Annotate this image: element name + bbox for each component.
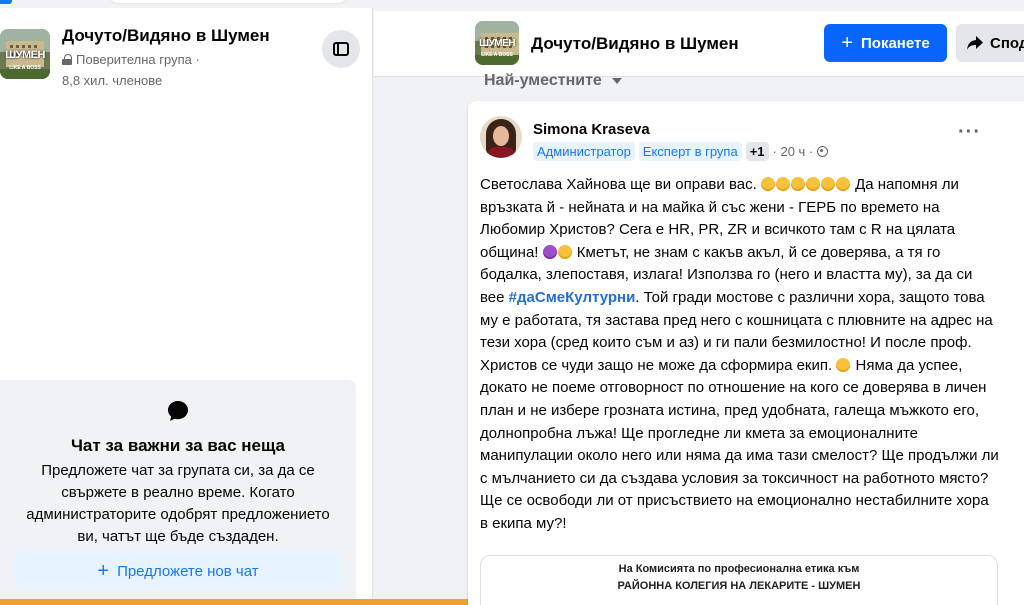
header-group-name[interactable]: Дочуто/Видяно в Шумен: [531, 34, 739, 54]
suggest-chat-label: Предложете нов чат: [117, 562, 259, 580]
group-cover-thumbnail[interactable]: ШУМЕН LIKE A BOSS: [0, 29, 50, 79]
group-header-bar: ШУМЕН LIKE A BOSS Дочуто/Видяно в Шумен …: [374, 11, 1024, 77]
document-line-2: РАЙОННА КОЛЕГИЯ НА ЛЕКАРИТЕ - ШУМЕН: [617, 580, 861, 592]
caret-down-icon: [611, 78, 622, 84]
post-text-part-5: Няма да успее, докато не поеме отговорно…: [480, 356, 999, 532]
side-panel-icon: [333, 42, 349, 56]
top-nav-edge: [0, 0, 373, 8]
chat-card-description: Предложете чат за групата си, за да се с…: [26, 462, 330, 545]
plus-icon: +: [97, 560, 110, 582]
more-badges[interactable]: +1: [745, 142, 769, 161]
attached-document-image[interactable]: На Комисията по професионална етика към …: [480, 555, 998, 605]
thumbnail-logo-text: ШУМЕН: [5, 49, 45, 61]
feed-post: Simona Kraseva Администратор Експерт в г…: [468, 101, 1024, 605]
group-privacy: Поверителна група ·: [62, 52, 200, 67]
chat-card-title: Чат за важни за вас неща: [70, 436, 286, 455]
laughing-emoji-icon: [835, 177, 850, 191]
post-text-part-1: Светослава Хайнова ще ви оправи вас.: [480, 176, 757, 193]
post-options-button[interactable]: ···: [958, 122, 981, 142]
group-name[interactable]: Дочуто/Видяно в Шумен: [62, 26, 270, 46]
invite-label: Поканете: [861, 34, 930, 52]
share-arrow-icon: [967, 36, 983, 50]
header-group-thumbnail[interactable]: ШУМЕН LIKE A BOSS: [475, 21, 519, 65]
lock-icon: [62, 54, 72, 65]
chat-bubble-icon: [168, 401, 188, 421]
group-privacy-label: Поверителна група ·: [76, 52, 200, 67]
post-author-name[interactable]: Simona Kraseva: [533, 121, 650, 138]
collapse-panel-button[interactable]: [322, 30, 360, 68]
post-timestamp[interactable]: · 20 ч ·: [773, 144, 814, 159]
grinning-sweat-emoji-icon: [557, 244, 572, 259]
plus-icon: +: [841, 32, 853, 54]
admin-badge[interactable]: Администратор: [533, 142, 635, 161]
group-sidebar: ШУМЕН LIKE A BOSS Дочуто/Видяно в Шумен …: [0, 0, 373, 605]
expert-badge[interactable]: Експерт в група: [638, 142, 742, 161]
suggest-chat-button[interactable]: + Предложете нов чат: [14, 552, 342, 590]
feed-sort-label: Най-уместните: [484, 72, 602, 89]
document-line-1: На Комисията по професионална етика към: [618, 563, 860, 575]
globe-icon: [817, 146, 829, 157]
search-bar-edge[interactable]: [108, 0, 348, 4]
nav-accent: [0, 0, 12, 4]
invite-button[interactable]: + Поканете: [824, 24, 947, 62]
feed-sort-dropdown[interactable]: Най-уместните: [484, 72, 622, 90]
header-thumbnail-logo-subtext: LIKE A BOSS: [481, 52, 513, 58]
author-avatar[interactable]: [480, 116, 522, 158]
share-label: Спод: [990, 34, 1024, 52]
laughing-emoji-icon: [820, 177, 835, 191]
hashtag-link[interactable]: #даСмеКултурни: [509, 289, 636, 306]
laughing-emoji-icon: [790, 177, 805, 191]
group-member-count[interactable]: 8,8 хил. членове: [62, 73, 162, 88]
laughing-emoji-icon: [775, 177, 790, 191]
header-thumbnail-logo-text: ШУМЕН: [479, 38, 516, 49]
post-meta: Администратор Експерт в група +1 · 20 ч …: [533, 142, 829, 161]
chat-suggestion-card: Чат за важни за вас неща Предложете чат …: [0, 380, 356, 605]
thumbnail-logo-subtext: LIKE A BOSS: [9, 65, 41, 71]
winking-emoji-icon: [836, 357, 851, 372]
post-text: Светослава Хайнова ще ви оправи вас. Да …: [480, 174, 1000, 536]
laughing-emoji-icon: [760, 177, 775, 191]
share-button[interactable]: Спод: [956, 24, 1024, 62]
laughing-emoji-icon: [805, 177, 820, 191]
smiling-devil-emoji-icon: [542, 244, 557, 259]
laughing-emoji-row: [760, 176, 851, 193]
